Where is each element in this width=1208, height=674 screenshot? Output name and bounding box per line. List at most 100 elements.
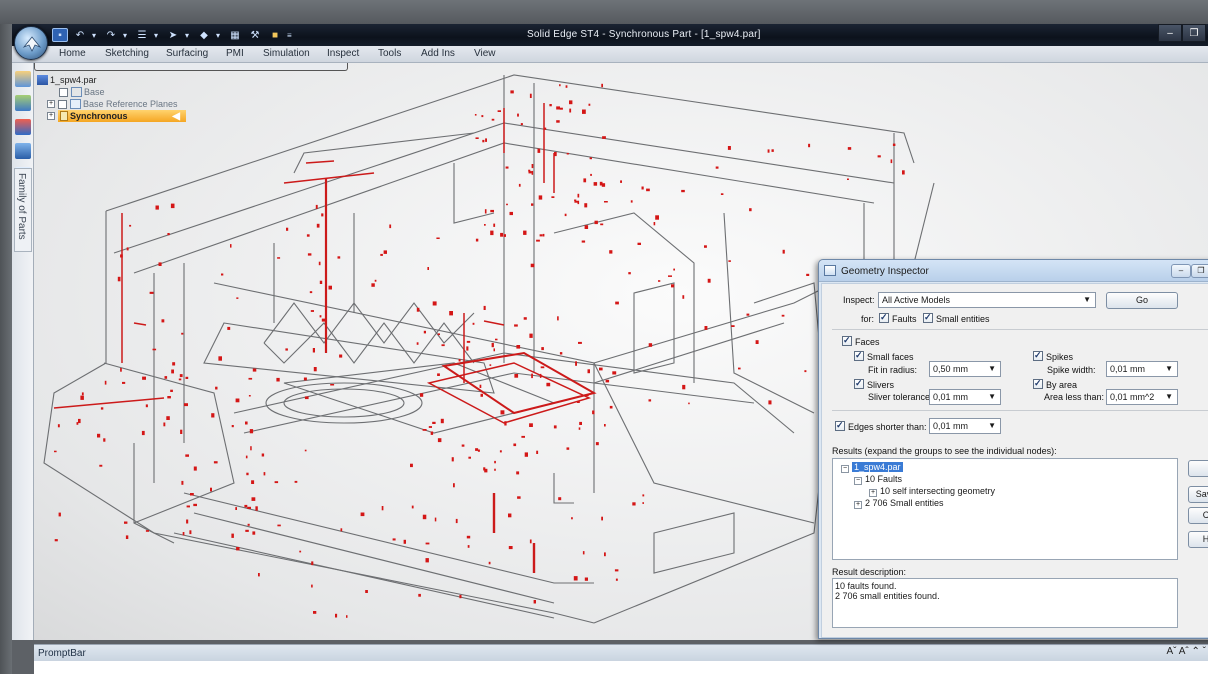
- tab-view[interactable]: View: [474, 48, 496, 59]
- result-description-line: 10 faults found.: [835, 581, 897, 591]
- tab-home[interactable]: Home: [59, 48, 86, 59]
- tab-pmi[interactable]: PMI: [226, 48, 244, 59]
- results-label: Results (expand the groups to see the in…: [832, 446, 1057, 456]
- customize-qat-icon[interactable]: ≡: [287, 31, 294, 40]
- redo-icon[interactable]: ↷: [103, 28, 119, 42]
- feature-library-icon[interactable]: [15, 119, 31, 135]
- geometry-inspector-dialog: Geometry Inspector – ❐ Inspect: All Acti…: [818, 259, 1208, 639]
- edges-field[interactable]: 0,01 mm ▼: [929, 418, 1001, 434]
- result-description-box[interactable]: 10 faults found. 2 706 small entities fo…: [832, 578, 1178, 628]
- folder-icon[interactable]: ■: [267, 28, 283, 42]
- sensors-icon[interactable]: [15, 143, 31, 159]
- sliver-tolerance-value: 0,01 mm: [933, 392, 969, 402]
- tab-sketching[interactable]: Sketching: [105, 48, 149, 59]
- undo-dropdown-icon[interactable]: ▾: [92, 31, 99, 40]
- tree-item-base[interactable]: Base: [37, 86, 186, 98]
- restore-button[interactable]: ❐: [1182, 24, 1206, 42]
- tab-simulation[interactable]: Simulation: [263, 48, 310, 59]
- layers-dropdown-icon[interactable]: ▾: [216, 31, 223, 40]
- quick-access-toolbar: ▪ ↶ ▾ ↷ ▾ ☰ ▾ ➤ ▾ ◆ ▾ ▦ ⚒ ■ ≡: [52, 26, 294, 44]
- tab-surfacing[interactable]: Surfacing: [166, 48, 208, 59]
- expand-icon[interactable]: +: [854, 501, 862, 509]
- tree-item-synchronous-label: Synchronous: [70, 111, 128, 121]
- tab-add-ins[interactable]: Add Ins: [421, 48, 455, 59]
- ribbon-collapse-handle[interactable]: [34, 63, 348, 71]
- results-small-entities-row[interactable]: +2 706 Small entities: [854, 498, 944, 509]
- spikes-label: Spikes: [1046, 352, 1074, 362]
- family-of-parts-tab[interactable]: Family of Parts: [14, 168, 32, 252]
- window-controls: – ❐: [1158, 24, 1206, 42]
- fit-radius-label: Fit in radius:: [868, 365, 918, 375]
- results-tree[interactable]: −1_spw4.par −10 Faults +10 self intersec…: [832, 458, 1178, 560]
- application-button[interactable]: [14, 26, 48, 60]
- faces-label: Faces: [855, 337, 880, 347]
- properties-icon[interactable]: ☰: [134, 28, 150, 42]
- side-button-h[interactable]: H: [1188, 531, 1208, 548]
- prompt-bar-input[interactable]: [34, 661, 1208, 674]
- inspect-select-value: All Active Models: [882, 295, 951, 305]
- outer-frame-top: [0, 0, 1208, 24]
- dialog-icon: [824, 265, 836, 276]
- select-dropdown-icon[interactable]: ▾: [185, 31, 192, 40]
- by-area-checkbox[interactable]: [1033, 378, 1043, 389]
- layers-icon[interactable]: ◆: [196, 28, 212, 42]
- spike-width-field[interactable]: 0,01 mm ▼: [1106, 361, 1178, 377]
- small-entities-checkbox[interactable]: [923, 312, 933, 323]
- tab-tools[interactable]: Tools: [378, 48, 401, 59]
- expand-reference-planes-icon[interactable]: +: [47, 100, 55, 108]
- save-icon[interactable]: ▪: [52, 28, 68, 42]
- chevron-down-icon: ▼: [988, 421, 996, 430]
- slivers-checkbox[interactable]: [854, 378, 864, 389]
- dialog-restore-button[interactable]: ❐: [1191, 264, 1208, 278]
- redo-dropdown-icon[interactable]: ▾: [123, 31, 130, 40]
- pathfinder-icon[interactable]: [15, 71, 31, 87]
- area-less-value: 0,01 mm^2: [1110, 392, 1155, 402]
- base-visibility-checkbox[interactable]: [59, 87, 68, 97]
- fit-radius-field[interactable]: 0,50 mm ▼: [929, 361, 1001, 377]
- results-root-row[interactable]: −1_spw4.par: [841, 462, 903, 473]
- dialog-minimize-button[interactable]: –: [1171, 264, 1191, 278]
- faults-checkbox[interactable]: [879, 312, 889, 323]
- results-faults-row[interactable]: −10 Faults: [854, 474, 902, 485]
- collapse-icon[interactable]: −: [841, 465, 849, 473]
- faces-checkbox[interactable]: [842, 335, 852, 346]
- tree-item-reference-planes[interactable]: + Base Reference Planes: [37, 98, 186, 110]
- area-less-label: Area less than:: [1044, 392, 1105, 402]
- sliver-tolerance-field[interactable]: 0,01 mm ▼: [929, 389, 1001, 405]
- area-less-field[interactable]: 0,01 mm^2 ▼: [1106, 389, 1178, 405]
- view-icon[interactable]: ▦: [227, 28, 243, 42]
- spikes-checkbox[interactable]: [1033, 350, 1043, 361]
- prompt-bar-controls[interactable]: Aˇ Aˆ ⌃ ˇ: [1167, 646, 1207, 657]
- side-button-1[interactable]: [1188, 460, 1208, 477]
- inspect-label: Inspect:: [843, 295, 875, 305]
- small-faces-checkbox[interactable]: [854, 350, 864, 361]
- side-button-c[interactable]: C: [1188, 507, 1208, 524]
- tools-icon[interactable]: ⚒: [247, 28, 263, 42]
- tree-item-synchronous[interactable]: + Synchronous ◀: [37, 110, 186, 122]
- pathfinder-tree: 1_spw4.par Base + Base Reference Planes …: [37, 74, 186, 122]
- reference-plane-icon: [70, 99, 81, 109]
- dialog-title-bar[interactable]: Geometry Inspector – ❐: [819, 260, 1208, 282]
- layers-panel-icon[interactable]: [15, 95, 31, 111]
- tree-root-label: 1_spw4.par: [50, 75, 97, 85]
- for-label: for:: [861, 314, 875, 324]
- prompt-bar: PromptBar Aˇ Aˆ ⌃ ˇ: [34, 644, 1208, 674]
- tree-root[interactable]: 1_spw4.par: [37, 74, 186, 86]
- inspect-select[interactable]: All Active Models ▼: [878, 292, 1096, 308]
- by-area-label: By area: [1046, 380, 1078, 390]
- save-button[interactable]: Save: [1188, 486, 1208, 503]
- minimize-button[interactable]: –: [1158, 24, 1182, 42]
- properties-dropdown-icon[interactable]: ▾: [154, 31, 161, 40]
- frame-corner: [12, 640, 34, 674]
- reference-planes-visibility-checkbox[interactable]: [58, 99, 67, 109]
- collapse-icon[interactable]: −: [854, 477, 862, 485]
- undo-icon[interactable]: ↶: [72, 28, 88, 42]
- tab-inspect[interactable]: Inspect: [327, 48, 359, 59]
- expand-icon[interactable]: +: [869, 489, 877, 497]
- expand-synchronous-icon[interactable]: +: [47, 112, 55, 120]
- select-tool-icon[interactable]: ➤: [165, 28, 181, 42]
- part-icon: [37, 75, 48, 85]
- results-self-intersect-row[interactable]: +10 self intersecting geometry: [869, 486, 995, 497]
- go-button[interactable]: Go: [1106, 292, 1178, 309]
- edges-checkbox[interactable]: [835, 420, 845, 431]
